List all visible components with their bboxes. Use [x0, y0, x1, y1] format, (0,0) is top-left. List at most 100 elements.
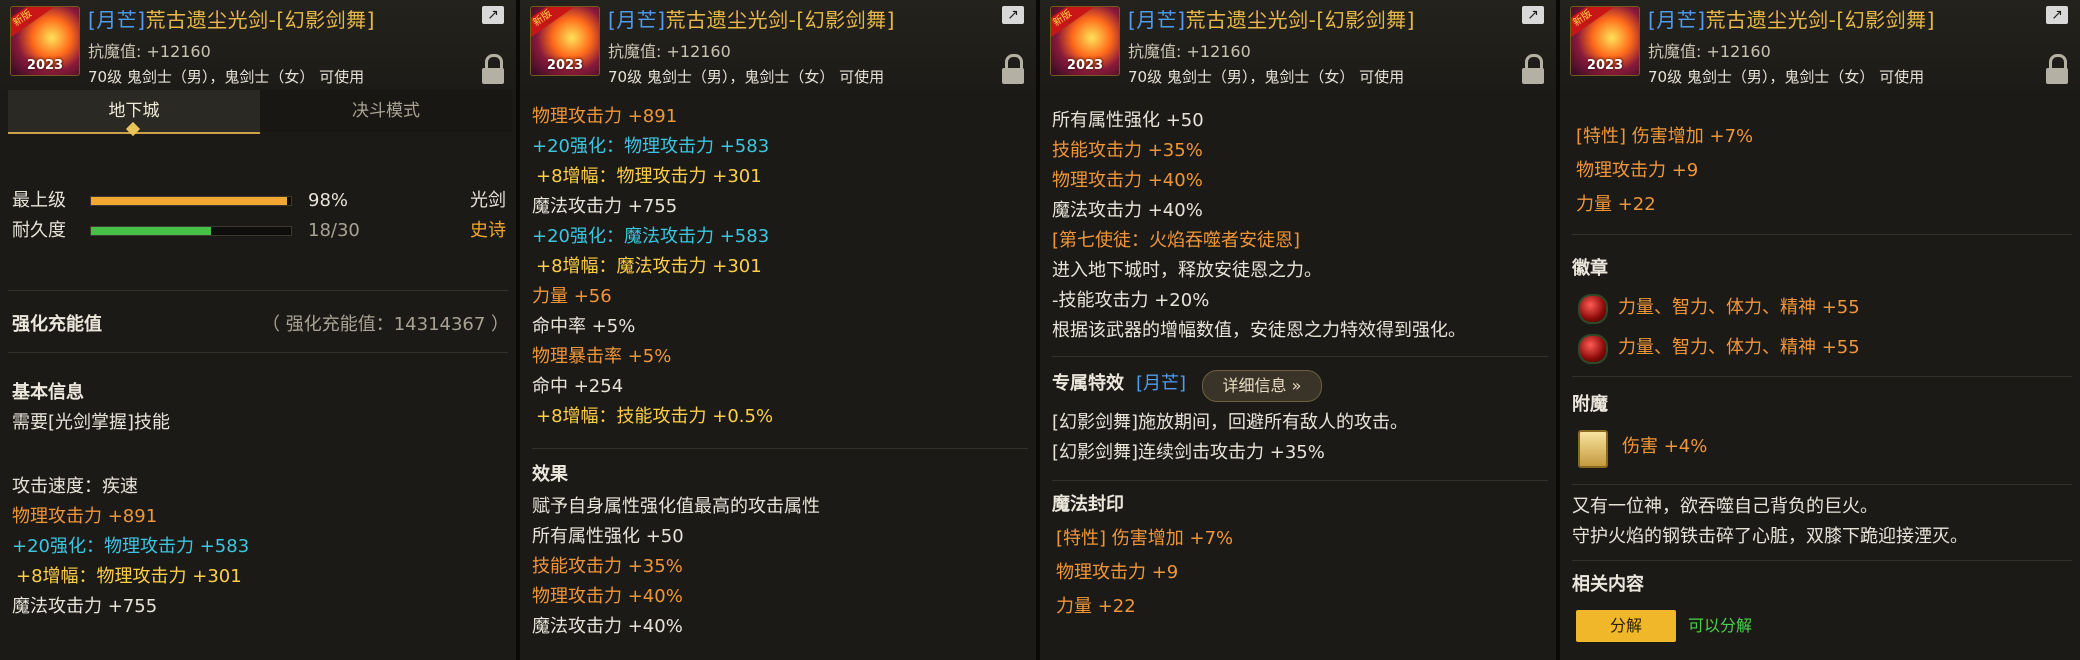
flavor-text-1: 又有一位神，欲吞噬自己背负的巨火。: [1572, 496, 1878, 517]
item-title: [月芒]荒古遗尘光剑-[幻影剑舞]: [1648, 4, 1935, 33]
tooltip-header: 新版 2023 [月芒]荒古遗尘光剑-[幻影剑舞] 抗魔值: +12160 70…: [520, 0, 1036, 90]
red-emblem-icon: [1578, 294, 1608, 324]
apostle-effect-3: 根据该武器的增幅数值，安徒恩之力特效得到强化。: [1052, 320, 1466, 341]
item-name: 荒古遗尘光剑-[幻影剑舞]: [1705, 8, 1935, 32]
grade-value: 98%: [308, 190, 349, 211]
new-banner: 新版: [11, 7, 54, 44]
seal-stat-1: [特性] 伤害增加 +7%: [1576, 126, 1754, 147]
share-icon[interactable]: ↗: [1002, 6, 1024, 24]
exclusive-effect-2: [幻影剑舞]连续剑击攻击力 +35%: [1052, 442, 1325, 463]
skill-attack: 技能攻击力 +35%: [1052, 140, 1203, 161]
lock-icon[interactable]: [1002, 54, 1024, 84]
class-requirement: 70级 鬼剑士（男），鬼剑士（女） 可使用: [1128, 68, 1405, 86]
reinforce-level: +20: [532, 226, 570, 247]
item-title: [月芒]荒古遗尘光剑-[幻影剑舞]: [1128, 4, 1415, 33]
reinforce-physical-line: +20强化：物理攻击力 +583: [12, 534, 249, 560]
enchant-stat: 伤害 +4%: [1622, 436, 1708, 457]
icon-level-label: 2023: [546, 58, 584, 73]
lock-icon[interactable]: [1522, 54, 1544, 84]
class-requirement: 70级 鬼剑士（男），鬼剑士（女） 可使用: [1648, 68, 1925, 86]
physical-attack-pct: 物理攻击力 +40%: [1052, 170, 1203, 191]
quality-label: 史诗: [470, 220, 506, 241]
hit-rate: 命中率 +5%: [532, 316, 636, 337]
divider: [1052, 356, 1548, 357]
new-banner: 新版: [531, 7, 574, 44]
grade-bar: [90, 196, 292, 206]
amplify-physical-line: +8增幅：物理攻击力 +301: [536, 164, 762, 190]
item-tooltip-panel-2: 新版 2023 [月芒]荒古遗尘光剑-[幻影剑舞] 抗魔值: +12160 70…: [520, 0, 1040, 660]
weapon-icon: 新版 2023: [530, 6, 600, 76]
icon-level-label: 2023: [1066, 58, 1104, 73]
tooltip-header: 新版 2023 [月芒]荒古遗尘光剑-[幻影剑舞] 抗魔值: +12160 70…: [1040, 0, 1556, 90]
detail-info-button[interactable]: 详细信息 »: [1202, 370, 1322, 402]
detail-info-label: 详细信息: [1222, 376, 1287, 395]
tab-duel[interactable]: 决斗模式: [260, 90, 512, 132]
reinforce-magic-line: +20强化：魔法攻击力 +583: [532, 224, 769, 250]
share-icon[interactable]: ↗: [1522, 6, 1544, 24]
emblem-stat-1: 力量、智力、体力、精神 +55: [1618, 297, 1860, 318]
resist-value: 抗魔值: +12160: [1648, 42, 1771, 61]
item-name: 荒古遗尘光剑-[幻影剑舞]: [665, 8, 895, 32]
exclusive-effect-label: 专属特效: [1052, 373, 1124, 394]
flavor-text-2: 守护火焰的钢铁击碎了心脏，双膝下跪迎接湮灭。: [1572, 526, 1968, 547]
reinforce-physical: 强化：物理攻击力 +583: [570, 136, 770, 157]
magic-attack: 魔法攻击力 +755: [532, 196, 678, 217]
physical-attack: 物理攻击力 +891: [12, 506, 158, 527]
amplify-level: +8: [536, 166, 563, 187]
seal-stat-1: [特性] 伤害增加 +7%: [1056, 528, 1234, 549]
durability-bar: [90, 226, 292, 236]
amplify-magic-line: +8增幅：魔法攻击力 +301: [536, 254, 762, 280]
related-content-header: 相关内容: [1572, 574, 1644, 595]
weapon-icon: 新版 2023: [1050, 6, 1120, 76]
amplify-physical: 增幅：物理攻击力 +301: [562, 166, 762, 187]
resist-value: 抗魔值: +12160: [88, 42, 211, 61]
durability-value: 18/30: [308, 220, 360, 241]
new-banner: 新版: [1051, 7, 1094, 44]
item-tooltip-panel-4: 新版 2023 [月芒]荒古遗尘光剑-[幻影剑舞] 抗魔值: +12160 70…: [1560, 0, 2080, 660]
skill-requirement: 需要[光剑掌握]技能: [12, 412, 171, 433]
mode-tabs: 地下城 决斗模式: [8, 90, 512, 137]
tooltip-header: 新版 2023 [月芒]荒古遗尘光剑-[幻影剑舞] 抗魔值: +12160 70…: [1560, 0, 2080, 90]
divider: [1572, 376, 2072, 377]
all-element: 所有属性强化 +50: [532, 526, 684, 547]
seal-stat-2: 物理攻击力 +9: [1576, 160, 1699, 181]
lock-icon[interactable]: [482, 54, 504, 84]
new-banner: 新版: [1571, 7, 1614, 44]
physical-crit: 物理暴击率 +5%: [532, 346, 672, 367]
icon-level-label: 2023: [26, 58, 64, 73]
attack-speed: 攻击速度：疾速: [12, 476, 138, 497]
item-title: [月芒]荒古遗尘光剑-[幻影剑舞]: [88, 4, 375, 33]
lock-icon[interactable]: [2046, 54, 2068, 84]
disassemble-status: 可以分解: [1688, 616, 1753, 635]
magic-attack-pct: 魔法攻击力 +40%: [1052, 200, 1203, 221]
divider: [1052, 480, 1548, 481]
basic-info-header: 基本信息: [12, 382, 84, 403]
seal-stat-2: 物理攻击力 +9: [1056, 562, 1179, 583]
effect-header: 效果: [532, 464, 568, 485]
reinforce-value: （ 强化充能值：14314367 ）: [262, 314, 510, 335]
strength-stat: 力量 +56: [532, 286, 612, 307]
item-tooltip-panel-3: 新版 2023 [月芒]荒古遗尘光剑-[幻影剑舞] 抗魔值: +12160 70…: [1040, 0, 1560, 660]
emblem-stat-2: 力量、智力、体力、精神 +55: [1618, 337, 1860, 358]
physical-attack-pct: 物理攻击力 +40%: [532, 586, 683, 607]
item-name: 荒古遗尘光剑-[幻影剑舞]: [1185, 8, 1415, 32]
share-icon[interactable]: ↗: [2046, 6, 2068, 24]
grade-bar-fill: [91, 197, 287, 205]
grade-label: 最上级: [12, 190, 66, 211]
magic-attack-pct: 魔法攻击力 +40%: [532, 616, 683, 637]
skill-attack: 技能攻击力 +35%: [532, 556, 683, 577]
icon-level-label: 2023: [1586, 58, 1624, 73]
exclusive-tag: [月芒]: [1136, 373, 1187, 394]
rarity-tag: [月芒]: [608, 8, 666, 32]
amplify-level: +8: [16, 566, 43, 587]
reinforce-physical-line: +20强化：物理攻击力 +583: [532, 134, 769, 160]
magic-attack: 魔法攻击力 +755: [12, 596, 158, 617]
reinforce-level: +20: [12, 536, 50, 557]
disassemble-button[interactable]: 分解: [1576, 610, 1676, 642]
hit-stat: 命中 +254: [532, 376, 624, 397]
all-element: 所有属性强化 +50: [1052, 110, 1204, 131]
apostle-title: [第七使徒：火焰吞噬者安徒恩]: [1052, 230, 1301, 251]
divider: [8, 290, 508, 291]
share-icon[interactable]: ↗: [482, 6, 504, 24]
emblem-header: 徽章: [1572, 258, 1608, 279]
